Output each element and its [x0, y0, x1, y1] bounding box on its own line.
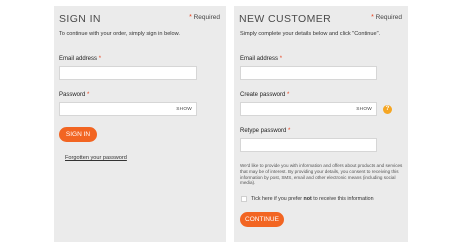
nc-email-input[interactable] — [241, 73, 376, 85]
required-star: * — [189, 14, 192, 21]
signin-email-field[interactable] — [59, 66, 197, 85]
signin-email-input[interactable] — [60, 73, 196, 85]
retype-password-input[interactable] — [241, 145, 376, 157]
optout-prefix: Tick here if you prefer — [251, 196, 304, 202]
signin-password-label: Password * — [59, 92, 89, 98]
required-label: Required — [193, 14, 220, 21]
show-password-toggle[interactable]: SHOW — [356, 107, 372, 112]
retype-password-label: Retype password * — [240, 128, 290, 134]
show-password-toggle[interactable]: SHOW — [176, 107, 192, 112]
create-password-field[interactable]: SHOW — [240, 102, 377, 121]
retype-password-label-text: Retype password — [240, 128, 287, 134]
required-star: * — [288, 128, 291, 134]
password-label-text: Password — [59, 92, 86, 98]
required-note: * Required — [189, 14, 220, 21]
signin-email-label: Email address * — [59, 56, 101, 62]
signin-button[interactable]: SIGN IN — [59, 127, 97, 142]
required-star: * — [371, 14, 374, 21]
optout-bold: not — [303, 196, 312, 202]
signin-title: SIGN IN — [59, 13, 101, 25]
required-star: * — [287, 92, 290, 98]
email-label-text: Email address — [59, 56, 98, 62]
optout-suffix: to receive this information — [311, 196, 374, 202]
email-label-text: Email address — [240, 56, 279, 62]
signin-password-field[interactable]: SHOW — [59, 102, 197, 121]
optout-checkbox[interactable] — [241, 196, 247, 202]
retype-password-field[interactable] — [240, 138, 377, 157]
create-password-label: Create password * — [240, 92, 289, 98]
optout-label: Tick here if you prefer not to receive t… — [251, 196, 374, 202]
forgot-password-link[interactable]: Forgotten your password — [65, 155, 127, 161]
required-star: * — [98, 56, 102, 62]
signin-intro: To continue with your order, simply sign… — [59, 31, 180, 37]
continue-button[interactable]: CONTINUE — [240, 212, 284, 227]
nc-email-label: Email address * — [240, 56, 282, 62]
marketing-consent-text: We'd like to provide you with informatio… — [240, 163, 403, 186]
required-note: * Required — [371, 14, 402, 21]
help-icon[interactable]: ? — [383, 105, 392, 114]
new-customer-intro: Simply complete your details below and c… — [240, 31, 381, 37]
nc-email-field[interactable] — [240, 66, 377, 85]
new-customer-panel: NEW CUSTOMER * Required Simply complete … — [234, 6, 408, 242]
required-label: Required — [375, 14, 402, 21]
required-star: * — [87, 92, 90, 98]
new-customer-title: NEW CUSTOMER — [239, 13, 332, 25]
required-star: * — [279, 56, 283, 62]
signin-panel: SIGN IN * Required To continue with your… — [54, 6, 226, 242]
create-password-label-text: Create password — [240, 92, 286, 98]
